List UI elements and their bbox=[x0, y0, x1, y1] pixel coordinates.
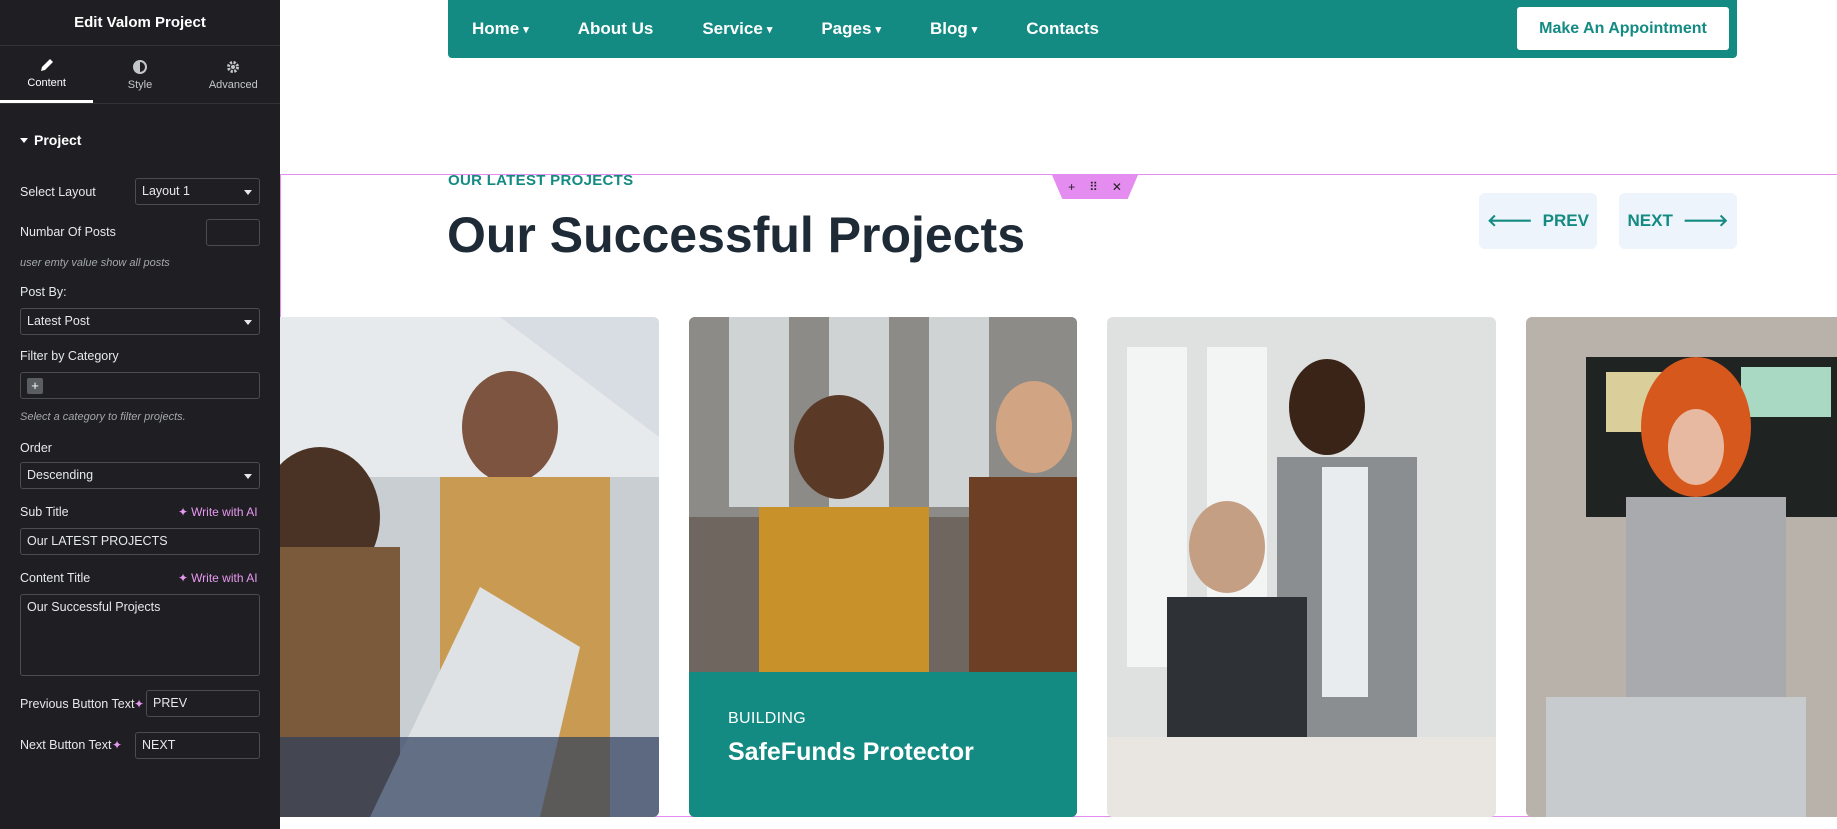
order-dropdown[interactable]: Descending bbox=[20, 462, 260, 489]
section-toggle-project[interactable]: Project bbox=[0, 132, 280, 148]
project-image bbox=[280, 317, 659, 817]
filter-category-input[interactable]: + bbox=[20, 372, 260, 399]
project-category: BUILDING bbox=[728, 710, 806, 727]
sparkle-icon: ✦ bbox=[178, 571, 189, 585]
nav-item-label: Home bbox=[472, 19, 520, 38]
posts-hint: user emty value show all posts bbox=[20, 257, 170, 269]
project-image bbox=[1107, 317, 1496, 817]
content-title-label: Content Title bbox=[20, 571, 91, 585]
nav-item-label: Pages bbox=[821, 19, 872, 38]
select-layout-dropdown[interactable]: Layout 1 bbox=[135, 178, 260, 205]
sparkle-icon[interactable]: ✦ bbox=[112, 738, 122, 752]
add-icon[interactable]: + bbox=[27, 378, 43, 394]
nav-item-pages[interactable]: Pages ▾ bbox=[821, 19, 881, 39]
tab-content[interactable]: Content bbox=[0, 46, 94, 103]
next-button-text-input[interactable]: NEXT bbox=[135, 732, 260, 759]
post-by-dropdown[interactable]: Latest Post bbox=[20, 308, 260, 335]
nav-item-label: About Us bbox=[577, 19, 654, 38]
nav-item-label: Blog bbox=[929, 19, 968, 38]
contrast-icon bbox=[132, 59, 147, 74]
subtitle-label: Sub Title bbox=[20, 505, 69, 519]
posts-input[interactable] bbox=[206, 219, 260, 246]
tab-advanced[interactable]: Advanced bbox=[187, 46, 280, 103]
write-with-ai-label: Write with AI bbox=[191, 505, 258, 519]
prev-button-text-input[interactable]: PREV bbox=[146, 690, 260, 717]
section-handle: + ⠿ ✕ bbox=[1052, 175, 1138, 199]
project-image bbox=[1526, 317, 1837, 817]
write-with-ai-label: Write with AI bbox=[191, 571, 258, 585]
order-value: Descending bbox=[27, 468, 94, 482]
nav-item-label: Contacts bbox=[1026, 19, 1100, 38]
project-card[interactable] bbox=[1107, 317, 1496, 817]
chevron-down-icon: ▾ bbox=[875, 23, 881, 36]
write-with-ai-subtitle[interactable]: ✦ Write with AI bbox=[178, 505, 258, 519]
project-card[interactable]: BUILDING SafeFunds Protector bbox=[689, 317, 1077, 817]
editor-panel: Edit Valom Project Content Style Advance… bbox=[0, 0, 280, 829]
sparkle-icon: ✦ bbox=[178, 505, 189, 519]
order-label: Order bbox=[20, 441, 52, 455]
post-by-label: Post By: bbox=[20, 285, 67, 299]
nav-item-about[interactable]: About Us bbox=[578, 19, 654, 39]
gear-icon bbox=[227, 60, 240, 73]
select-layout-value: Layout 1 bbox=[142, 184, 190, 198]
next-button[interactable]: NEXT 🡒 bbox=[1619, 193, 1737, 249]
next-button-label: NEXT bbox=[1627, 211, 1673, 230]
nav-item-contacts[interactable]: Contacts bbox=[1026, 19, 1099, 39]
section-subtitle: OUR LATEST PROJECTS bbox=[448, 172, 634, 189]
project-overlay: BUILDING SafeFunds Protector bbox=[689, 672, 1077, 817]
chevron-down-icon: ▾ bbox=[766, 23, 773, 36]
drag-handle-icon[interactable]: ⠿ bbox=[1089, 180, 1098, 194]
close-icon[interactable]: ✕ bbox=[1112, 180, 1122, 194]
section-title-label: Project bbox=[34, 132, 82, 148]
filter-label: Filter by Category bbox=[20, 349, 119, 363]
chevron-down-icon bbox=[244, 474, 252, 479]
prev-button-label: PREV bbox=[1542, 211, 1589, 230]
nav-item-service[interactable]: Service ▾ bbox=[702, 19, 772, 39]
project-card[interactable] bbox=[280, 317, 659, 817]
chevron-down-icon: ▾ bbox=[523, 23, 529, 36]
tab-content-label: Content bbox=[27, 77, 66, 89]
select-layout-label: Select Layout bbox=[20, 185, 96, 199]
posts-label: Numbar Of Posts bbox=[20, 225, 116, 239]
filter-hint: Select a category to filter projects. bbox=[20, 411, 186, 423]
prev-button-text-label: Previous Button Text bbox=[20, 697, 135, 711]
nav-item-home[interactable]: Home ▾ bbox=[472, 19, 529, 39]
prev-button[interactable]: 🡐 PREV bbox=[1479, 193, 1597, 249]
tab-style-label: Style bbox=[127, 78, 153, 91]
make-appointment-button[interactable]: Make An Appointment bbox=[1517, 7, 1729, 50]
section-title: Our Successful Projects bbox=[447, 207, 1026, 263]
tab-advanced-label: Advanced bbox=[208, 78, 258, 91]
panel-title: Edit Valom Project bbox=[0, 0, 280, 46]
chevron-down-icon bbox=[244, 190, 252, 195]
next-button-text-label: Next Button Text bbox=[20, 738, 112, 752]
write-with-ai-content-title[interactable]: ✦ Write with AI bbox=[178, 571, 258, 585]
chevron-down-icon bbox=[244, 320, 252, 325]
add-icon[interactable]: + bbox=[1068, 180, 1075, 194]
subtitle-input[interactable]: Our LATEST PROJECTS bbox=[20, 528, 260, 555]
content-title-textarea[interactable]: Our Successful Projects bbox=[20, 594, 260, 676]
sparkle-icon[interactable]: ✦ bbox=[134, 697, 144, 711]
panel-tabs: Content Style Advanced bbox=[0, 46, 280, 104]
arrow-left-icon: 🡐 bbox=[1487, 211, 1533, 230]
project-card[interactable] bbox=[1526, 317, 1837, 817]
nav-item-blog[interactable]: Blog ▾ bbox=[930, 19, 977, 39]
project-title[interactable]: SafeFunds Protector bbox=[728, 738, 1038, 767]
tab-style[interactable]: Style bbox=[93, 46, 186, 103]
chevron-down-icon: ▾ bbox=[971, 23, 978, 36]
nav-item-label: Service bbox=[702, 19, 763, 38]
caret-down-icon bbox=[20, 137, 28, 143]
arrow-right-icon: 🡒 bbox=[1682, 211, 1729, 230]
pencil-icon bbox=[40, 59, 53, 71]
post-by-value: Latest Post bbox=[27, 314, 90, 328]
main-nav: Home ▾ About Us Service ▾ Pages ▾ Blog ▾ Con… bbox=[448, 0, 1737, 58]
